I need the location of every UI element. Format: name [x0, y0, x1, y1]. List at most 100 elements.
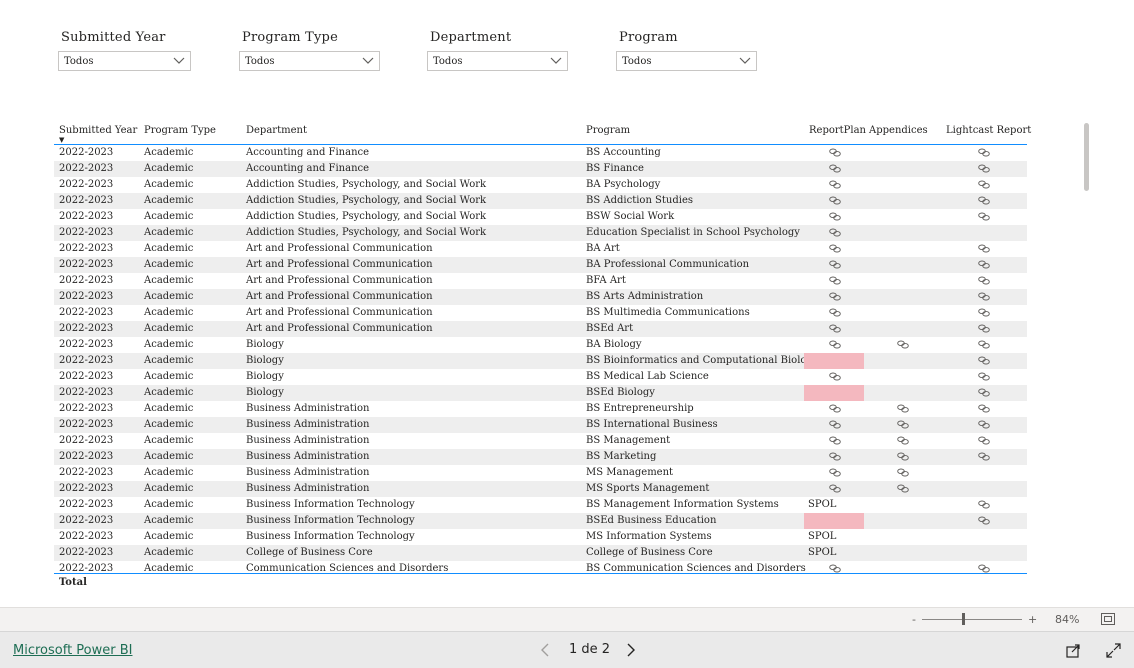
cell-submitted-year: 2022-2023 — [59, 483, 114, 494]
link-icon[interactable] — [829, 564, 841, 573]
share-icon[interactable] — [1066, 643, 1081, 658]
cell-program: BS Entrepreneurship — [586, 403, 694, 414]
slicer-title: Submitted Year — [61, 30, 166, 45]
table-row: 2022-2023 Academic Biology BS Medical Lab S… — [54, 369, 1027, 385]
link-icon[interactable] — [978, 148, 990, 157]
zoom-slider-track[interactable] — [922, 619, 1022, 620]
cell-appendices — [864, 513, 942, 529]
link-icon[interactable] — [978, 196, 990, 205]
link-icon[interactable] — [978, 276, 990, 285]
link-icon[interactable] — [829, 324, 841, 333]
fullscreen-icon[interactable] — [1106, 643, 1121, 658]
link-icon[interactable] — [978, 292, 990, 301]
cell-appendices — [864, 289, 942, 305]
column-header-appendices[interactable]: Appendices — [869, 125, 928, 136]
link-icon[interactable] — [978, 340, 990, 349]
footer-bar: Microsoft Power BI 1 de 2 — [0, 631, 1134, 668]
link-icon[interactable] — [978, 212, 990, 221]
link-icon[interactable] — [897, 420, 909, 429]
link-icon[interactable] — [829, 452, 841, 461]
link-icon[interactable] — [978, 436, 990, 445]
link-icon[interactable] — [829, 244, 841, 253]
link-icon[interactable] — [829, 260, 841, 269]
cell-program-type: Academic — [144, 451, 194, 462]
link-icon[interactable] — [978, 244, 990, 253]
column-header-department[interactable]: Department — [246, 125, 307, 136]
link-icon[interactable] — [978, 564, 990, 573]
cell-program-type: Academic — [144, 467, 194, 478]
link-icon[interactable] — [978, 516, 990, 525]
column-header-program[interactable]: Program — [586, 125, 630, 136]
link-icon[interactable] — [829, 420, 841, 429]
link-icon[interactable] — [829, 468, 841, 477]
cell-program: BSEd Biology — [586, 387, 655, 398]
cell-reportplan — [804, 401, 864, 417]
link-icon[interactable] — [978, 500, 990, 509]
cell-appendices — [864, 257, 942, 273]
link-icon[interactable] — [829, 228, 841, 237]
link-icon[interactable] — [829, 308, 841, 317]
cell-program: BA Professional Communication — [586, 259, 750, 270]
previous-page-icon[interactable] — [540, 643, 550, 657]
link-icon[interactable] — [897, 468, 909, 477]
slicer-dropdown-program[interactable]: Todos — [616, 51, 757, 71]
cell-program-type: Academic — [144, 435, 194, 446]
slicer-dropdown-program-type[interactable]: Todos — [239, 51, 380, 71]
link-icon[interactable] — [829, 196, 841, 205]
column-header-reportplan[interactable]: ReportPlan — [809, 125, 866, 136]
cell-program-type: Academic — [144, 339, 194, 350]
slicer-dropdown-submitted-year[interactable]: Todos — [58, 51, 191, 71]
link-icon[interactable] — [978, 180, 990, 189]
link-icon[interactable] — [978, 420, 990, 429]
cell-reportplan — [804, 417, 864, 433]
link-icon[interactable] — [829, 276, 841, 285]
cell-department: Biology — [246, 339, 284, 350]
cell-program: BA Psychology — [586, 179, 661, 190]
next-page-icon[interactable] — [626, 643, 636, 657]
link-icon[interactable] — [978, 164, 990, 173]
link-icon[interactable] — [897, 340, 909, 349]
link-icon[interactable] — [978, 388, 990, 397]
link-icon[interactable] — [829, 148, 841, 157]
link-icon[interactable] — [829, 484, 841, 493]
zoom-out-button[interactable]: - — [912, 613, 916, 626]
link-icon[interactable] — [829, 404, 841, 413]
cell-lightcast-report — [942, 353, 1027, 369]
cell-department: Business Administration — [246, 451, 370, 462]
link-icon[interactable] — [897, 436, 909, 445]
link-icon[interactable] — [978, 260, 990, 269]
cell-program-type: Academic — [144, 499, 194, 510]
link-icon[interactable] — [978, 404, 990, 413]
link-icon[interactable] — [829, 180, 841, 189]
fit-to-page-icon[interactable] — [1101, 613, 1115, 625]
cell-appendices — [864, 449, 942, 465]
vertical-scrollbar[interactable] — [1084, 123, 1089, 191]
column-header-program-type[interactable]: Program Type — [144, 125, 216, 136]
cell-reportplan — [804, 305, 864, 321]
link-icon[interactable] — [978, 452, 990, 461]
link-icon[interactable] — [829, 292, 841, 301]
slicer-dropdown-department[interactable]: Todos — [427, 51, 568, 71]
link-icon[interactable] — [829, 340, 841, 349]
column-header-lightcast-report[interactable]: Lightcast Report — [946, 125, 1031, 136]
cell-reportplan — [804, 561, 864, 573]
power-bi-link[interactable]: Microsoft Power BI — [13, 643, 132, 658]
link-icon[interactable] — [829, 164, 841, 173]
table-row: 2022-2023 Academic College of Business Cor… — [54, 545, 1027, 561]
link-icon[interactable] — [978, 372, 990, 381]
link-icon[interactable] — [897, 404, 909, 413]
zoom-slider-thumb[interactable] — [962, 613, 965, 625]
link-icon[interactable] — [978, 308, 990, 317]
cell-program-type: Academic — [144, 371, 194, 382]
link-icon[interactable] — [829, 212, 841, 221]
link-icon[interactable] — [978, 324, 990, 333]
link-icon[interactable] — [978, 356, 990, 365]
link-icon[interactable] — [897, 452, 909, 461]
cell-submitted-year: 2022-2023 — [59, 179, 114, 190]
link-icon[interactable] — [829, 436, 841, 445]
link-icon[interactable] — [897, 484, 909, 493]
zoom-in-button[interactable]: + — [1028, 613, 1037, 626]
column-header-submitted-year[interactable]: Submitted Year — [59, 125, 137, 136]
cell-program: BS Multimedia Communications — [586, 307, 750, 318]
link-icon[interactable] — [829, 372, 841, 381]
